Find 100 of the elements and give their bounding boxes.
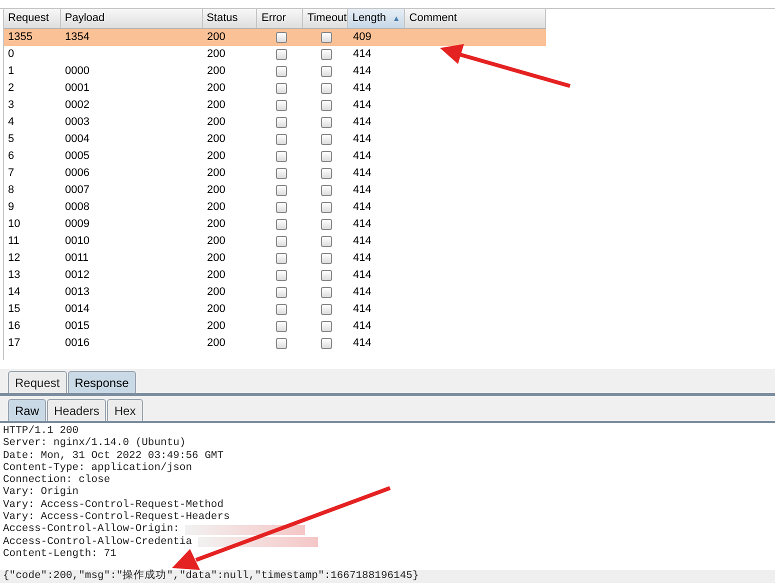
- table-cell-text: 200: [206, 115, 226, 130]
- table-cell-text: 414: [352, 336, 372, 352]
- tab[interactable]: Request: [8, 371, 67, 393]
- table-cell-text: 200: [206, 217, 226, 232]
- table-cell-text: 14: [7, 285, 22, 300]
- checkbox[interactable]: [321, 117, 332, 128]
- checkbox[interactable]: [276, 32, 286, 43]
- table-cell-text: 200: [206, 302, 226, 318]
- checkbox[interactable]: [276, 287, 286, 298]
- checkbox[interactable]: [321, 270, 332, 281]
- response-header-line: Vary: Access-Control-Request-Method: [3, 498, 224, 511]
- checkbox[interactable]: [321, 66, 332, 77]
- table-cell-text: 0013: [64, 285, 90, 300]
- checkbox[interactable]: [321, 321, 332, 332]
- table-cell-text: 414: [352, 166, 372, 182]
- table-cell-text: 200: [206, 30, 226, 46]
- checkbox[interactable]: [276, 66, 286, 77]
- response-header-line: Vary: Origin: [3, 486, 79, 499]
- checkbox[interactable]: [276, 100, 286, 111]
- table-cell-text: 5: [7, 132, 16, 148]
- checkbox[interactable]: [321, 100, 332, 111]
- checkbox[interactable]: [321, 202, 332, 213]
- checkbox[interactable]: [276, 202, 286, 213]
- response-header-line: Content-Length: 71: [3, 548, 116, 560]
- checkbox[interactable]: [276, 185, 286, 196]
- checkbox[interactable]: [276, 270, 286, 281]
- column-header[interactable]: Timeout: [303, 9, 348, 28]
- table-cell-text: 414: [352, 285, 372, 300]
- checkbox[interactable]: [276, 151, 286, 162]
- tab[interactable]: Response: [68, 371, 136, 393]
- table-cell-text: 9: [7, 200, 16, 216]
- checkbox[interactable]: [321, 219, 332, 230]
- checkbox[interactable]: [276, 236, 286, 247]
- table-cell-text: 2: [7, 81, 16, 96]
- table-cell-text: 13: [7, 268, 22, 284]
- table-cell-text: 0016: [64, 336, 90, 352]
- table-cell-text: 1354: [64, 30, 90, 46]
- checkbox[interactable]: [276, 49, 286, 60]
- column-header[interactable]: Error: [257, 9, 304, 28]
- checkbox[interactable]: [276, 83, 286, 94]
- table-cell-text: 6: [7, 149, 16, 164]
- table-cell-text: 200: [206, 268, 226, 284]
- checkbox[interactable]: [276, 134, 286, 145]
- checkbox[interactable]: [321, 338, 332, 349]
- column-header[interactable]: Status: [202, 9, 258, 28]
- table-cell-text: 200: [206, 64, 226, 80]
- table-cell-text: 0001: [64, 81, 90, 96]
- table-cell-text: 15: [7, 302, 22, 318]
- table-cell-text: 0002: [64, 98, 90, 114]
- table-cell-text: 0011: [64, 251, 90, 266]
- checkbox[interactable]: [321, 287, 332, 298]
- checkbox[interactable]: [321, 83, 332, 94]
- table-row[interactable]: 1355 1354 200 409: [4, 29, 546, 46]
- checkbox[interactable]: [321, 304, 332, 315]
- checkbox[interactable]: [321, 168, 332, 179]
- table-cell-text: 0008: [64, 200, 90, 216]
- tab[interactable]: Raw: [8, 399, 46, 421]
- table-cell-text: 0015: [64, 319, 90, 334]
- table-cell-text: 414: [352, 183, 372, 198]
- checkbox[interactable]: [276, 338, 286, 349]
- checkbox[interactable]: [321, 185, 332, 196]
- table-cell-text: 0007: [64, 183, 90, 198]
- tab[interactable]: Headers: [47, 399, 106, 421]
- table-cell-text: 0014: [64, 302, 90, 318]
- column-header[interactable]: Request: [4, 9, 61, 28]
- checkbox[interactable]: [321, 49, 332, 60]
- response-header-line: Date: Mon, 31 Oct 2022 03:49:56 GMT: [3, 450, 224, 462]
- checkbox[interactable]: [321, 253, 332, 264]
- table-cell-text: 200: [206, 251, 226, 266]
- table-cell-text: 414: [352, 81, 372, 96]
- table-cell-text: 414: [352, 149, 372, 164]
- sort-icon: ▲: [392, 12, 400, 24]
- table-cell-text: 414: [352, 268, 372, 284]
- column-header[interactable]: Payload: [60, 9, 203, 28]
- table-cell-text: 200: [206, 183, 226, 198]
- checkbox[interactable]: [276, 253, 286, 264]
- checkbox[interactable]: [321, 32, 332, 43]
- table-cell-text: 0005: [64, 149, 90, 164]
- table-cell-text: 0009: [64, 217, 90, 232]
- checkbox[interactable]: [276, 219, 286, 230]
- table-cell-text: 12: [7, 251, 22, 266]
- table-cell-text: 0010: [64, 234, 90, 250]
- table-cell-text: 200: [206, 132, 226, 148]
- table-cell-text: 414: [352, 47, 372, 62]
- table-cell-text: 1355: [7, 30, 34, 46]
- column-header[interactable]: Comment: [405, 9, 546, 28]
- table-cell-text: 7: [7, 166, 16, 182]
- table-cell-text: 414: [352, 217, 372, 232]
- checkbox[interactable]: [276, 168, 286, 179]
- table-cell-text: 200: [206, 47, 226, 62]
- checkbox[interactable]: [276, 304, 286, 315]
- response-header-line: Content-Type: application/json: [3, 462, 192, 474]
- checkbox[interactable]: [276, 321, 286, 332]
- checkbox[interactable]: [321, 134, 332, 145]
- tab[interactable]: Hex: [107, 399, 143, 421]
- checkbox[interactable]: [321, 236, 332, 247]
- checkbox[interactable]: [321, 151, 332, 162]
- table-cell-text: 0000: [64, 64, 90, 80]
- checkbox[interactable]: [276, 117, 286, 128]
- column-header[interactable]: Length ▲: [348, 9, 406, 28]
